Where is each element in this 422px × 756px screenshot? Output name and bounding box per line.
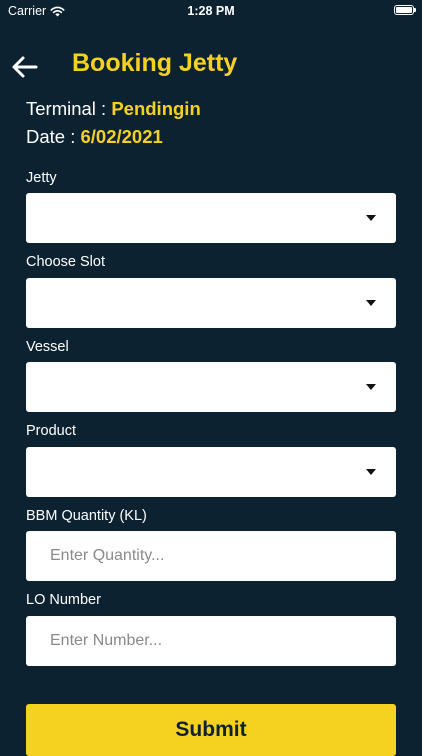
quantity-label: BBM Quantity (KL) [26,508,147,524]
page-title: Booking Jetty [72,49,238,77]
lo-number-label: LO Number [26,592,101,608]
date-value: 6/02/2021 [80,126,163,147]
battery-icon [394,5,416,15]
date-info: Date : 6/02/2021 [26,126,163,148]
jetty-select[interactable] [26,193,396,243]
terminal-label: Terminal : [26,98,112,119]
vessel-label: Vessel [26,339,69,355]
date-label: Date : [26,126,81,147]
terminal-info: Terminal : Pendingin [26,98,201,120]
slot-select[interactable] [26,278,396,328]
product-select[interactable] [26,447,396,497]
back-button[interactable] [10,54,40,80]
status-bar: Carrier 1:28 PM [0,0,422,24]
quantity-input[interactable] [26,531,396,581]
caret-down-icon [366,469,376,475]
vessel-select[interactable] [26,362,396,412]
status-time: 1:28 PM [187,4,235,18]
slot-label: Choose Slot [26,254,105,270]
caret-down-icon [366,215,376,221]
terminal-value: Pendingin [111,98,201,119]
jetty-label: Jetty [26,170,57,186]
lo-number-input[interactable] [26,616,396,666]
header: Booking Jetty [0,44,422,84]
submit-button[interactable]: Submit [26,704,396,756]
caret-down-icon [366,300,376,306]
product-label: Product [26,423,76,439]
arrow-left-icon [12,56,38,78]
caret-down-icon [366,384,376,390]
